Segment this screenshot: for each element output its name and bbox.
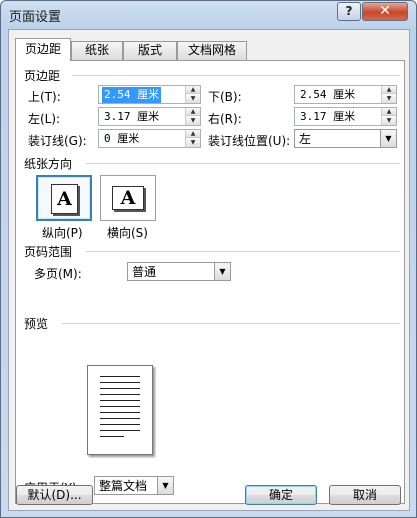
title-bar[interactable]: 页面设置 ? ✕: [1, 1, 416, 28]
chevron-down-icon[interactable]: ▼: [380, 130, 396, 147]
landscape-page-icon: A: [112, 186, 144, 210]
left-margin-spinner[interactable]: 3.17 厘米 ▲ ▼: [98, 107, 201, 126]
right-margin-spinner[interactable]: 3.17 厘米 ▲ ▼: [294, 107, 397, 126]
portrait-label[interactable]: 纵向(P): [42, 224, 83, 241]
tab-document-grid[interactable]: 文档网格: [177, 41, 247, 60]
spin-down-icon[interactable]: ▼: [186, 139, 200, 147]
spin-down-icon[interactable]: ▼: [186, 95, 200, 103]
spin-down-icon[interactable]: ▼: [382, 95, 396, 103]
margins-section-label: 页边距: [24, 69, 61, 83]
top-margin-spinner[interactable]: 2.54 厘米 ▲ ▼: [98, 85, 201, 104]
margins-panel: 页边距 上(T): 2.54 厘米 ▲ ▼ 下(B): 2.54 厘米 ▲ ▼ …: [15, 60, 405, 504]
close-button[interactable]: ✕: [362, 2, 408, 21]
gutter-label: 装订线(G):: [28, 134, 87, 148]
chevron-down-icon[interactable]: ▼: [214, 263, 230, 280]
cancel-button[interactable]: 取消: [329, 485, 401, 505]
left-margin-label: 左(L):: [28, 112, 61, 126]
bottom-margin-spinner[interactable]: 2.54 厘米 ▲ ▼: [294, 85, 397, 104]
top-margin-value[interactable]: 2.54 厘米: [102, 87, 162, 103]
preview-section-label: 预览: [24, 317, 49, 331]
spin-up-icon[interactable]: ▲: [186, 108, 200, 116]
tab-paper[interactable]: 纸张: [71, 41, 123, 60]
spin-up-icon[interactable]: ▲: [186, 86, 200, 94]
window-title: 页面设置: [9, 10, 62, 25]
multiple-pages-select[interactable]: 普通 ▼: [127, 262, 231, 281]
gutter-spinner[interactable]: 0 厘米 ▲ ▼: [98, 129, 201, 148]
chevron-down-icon[interactable]: ▼: [157, 477, 173, 494]
pages-divider: [86, 251, 400, 252]
margins-divider: [72, 75, 400, 76]
apply-to-value: 整篇文档: [99, 479, 148, 493]
ok-button[interactable]: 确定: [245, 485, 317, 505]
gutter-value[interactable]: 0 厘米: [102, 131, 141, 147]
right-margin-label: 右(R):: [208, 112, 242, 126]
tab-layout[interactable]: 版式: [123, 41, 177, 60]
portrait-button[interactable]: A: [36, 175, 92, 221]
gutter-position-select[interactable]: 左 ▼: [294, 129, 397, 148]
gutter-position-value: 左: [299, 132, 312, 146]
orientation-section-label: 纸张方向: [24, 157, 73, 171]
apply-to-select[interactable]: 整篇文档 ▼: [94, 476, 174, 495]
spin-up-icon[interactable]: ▲: [186, 130, 200, 138]
bottom-margin-label: 下(B):: [208, 90, 242, 104]
right-margin-value[interactable]: 3.17 厘米: [298, 109, 357, 125]
help-button[interactable]: ?: [337, 2, 361, 21]
orientation-divider: [86, 163, 400, 164]
preview-divider: [62, 323, 400, 324]
portrait-page-icon: A: [51, 184, 78, 214]
tab-margins[interactable]: 页边距: [15, 38, 71, 61]
multiple-pages-value: 普通: [132, 265, 157, 279]
page-setup-dialog: 页面设置 ? ✕ 页边距 纸张 版式 文档网格 页边距 上(T): 2.54 厘…: [0, 0, 417, 518]
spin-up-icon[interactable]: ▲: [382, 86, 396, 94]
spin-down-icon[interactable]: ▼: [382, 117, 396, 125]
spin-down-icon[interactable]: ▼: [186, 117, 200, 125]
spin-up-icon[interactable]: ▲: [382, 108, 396, 116]
landscape-button[interactable]: A: [100, 175, 156, 221]
left-margin-value[interactable]: 3.17 厘米: [102, 109, 161, 125]
dialog-client-area: 页边距 纸张 版式 文档网格 页边距 上(T): 2.54 厘米 ▲ ▼ 下(B…: [8, 29, 410, 511]
gutter-position-label: 装订线位置(U):: [208, 134, 291, 148]
set-as-default-button[interactable]: 默认(D)...: [16, 485, 93, 505]
landscape-label[interactable]: 横向(S): [107, 224, 148, 241]
top-margin-label: 上(T):: [28, 90, 61, 104]
bottom-margin-value[interactable]: 2.54 厘米: [298, 87, 357, 103]
preview-page-thumbnail: [87, 365, 153, 455]
pages-section-label: 页码范围: [24, 245, 73, 259]
multiple-pages-label: 多页(M):: [34, 267, 82, 281]
